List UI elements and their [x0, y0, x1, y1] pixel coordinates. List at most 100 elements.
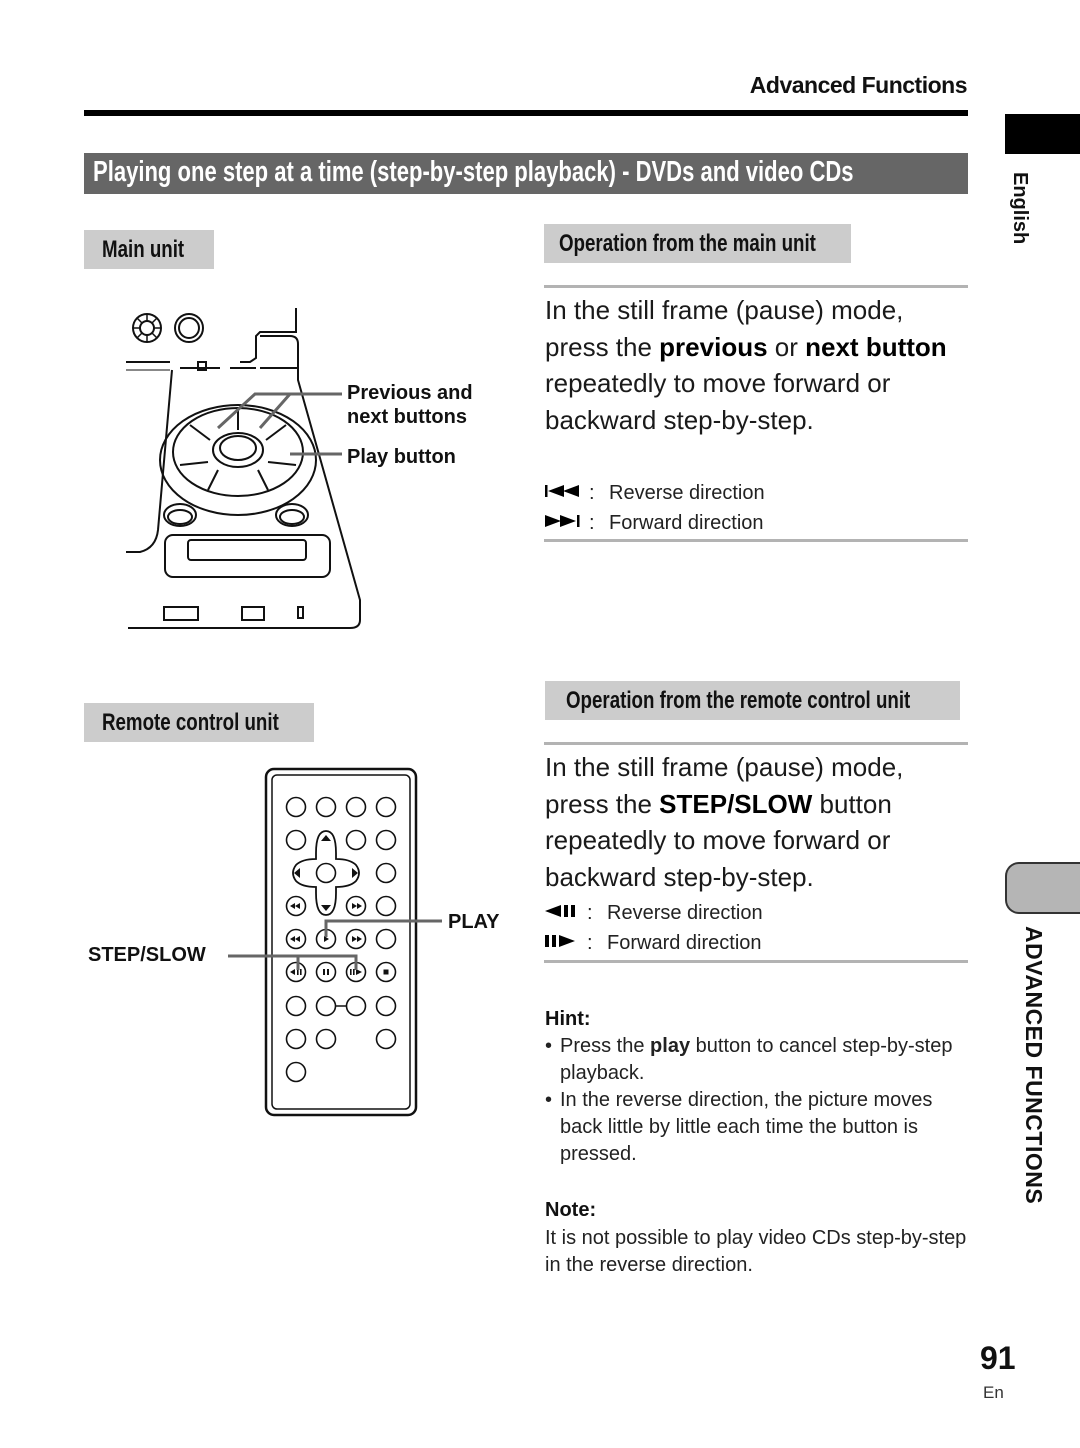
hint-text: Press the — [560, 1035, 651, 1057]
hint-title: Hint: — [545, 1008, 591, 1030]
page-language-code: En — [983, 1383, 1004, 1402]
instruction-text: repeatedly to move forward or backward s… — [545, 368, 891, 435]
play-callout: PLAY — [448, 911, 500, 933]
step-slow-callout: STEP/SLOW — [88, 944, 206, 966]
instruction-text: or — [767, 331, 806, 362]
divider — [544, 960, 968, 963]
remote-button — [285, 1028, 307, 1050]
instruction-bold-step-slow: STEP/SLOW — [659, 788, 813, 819]
remote-operation-instruction: In the still frame (pause) mode, press t… — [545, 749, 965, 895]
bullet-icon: • — [545, 1089, 553, 1111]
arrow-left-icon — [294, 868, 300, 878]
direction-row: : Forward direction — [545, 928, 763, 958]
note-text: It is not possible to play video CDs ste… — [545, 1227, 967, 1276]
remote-button — [345, 796, 367, 818]
note-section: Note: It is not possible to play video C… — [545, 1199, 970, 1279]
remote-operation-heading-box: Operation from the remote control unit — [545, 681, 960, 720]
play-button-callout: Play button — [347, 446, 456, 468]
direction-text: Reverse direction — [609, 481, 765, 504]
main-operation-heading: Operation from the main unit — [559, 230, 816, 257]
hint-text: In the reverse direction, the picture mo… — [560, 1089, 933, 1165]
separator: : — [589, 511, 595, 534]
main-unit-label-box: Main unit — [84, 230, 214, 269]
hint-item: • Press the play button to cancel step-b… — [545, 1033, 970, 1087]
remote-button — [375, 1028, 397, 1050]
prev-next-callout: Previous and next buttons — [347, 381, 473, 429]
main-operation-heading-box: Operation from the main unit — [544, 224, 851, 263]
instruction-bold-next: next — [805, 331, 859, 362]
remote-button — [375, 928, 397, 950]
page-title-bar: Playing one step at a time (step-by-step… — [84, 153, 968, 194]
remote-button — [315, 862, 337, 884]
stop-button-icon — [375, 961, 397, 983]
direction-row: : Forward direction — [545, 508, 765, 538]
remote-button — [345, 995, 367, 1017]
main-operation-instruction: In the still frame (pause) mode, press t… — [545, 292, 965, 438]
direction-text: Reverse direction — [607, 901, 763, 924]
step-reverse-icon — [545, 903, 587, 923]
step-reverse-button-icon — [285, 961, 307, 983]
remote-unit-label-box: Remote control unit — [84, 703, 314, 742]
remote-button — [345, 829, 367, 851]
previous-track-icon — [545, 483, 589, 503]
remote-button — [375, 862, 397, 884]
separator: : — [589, 481, 595, 504]
remote-button — [285, 1061, 307, 1083]
fast-forward-button-icon — [345, 895, 367, 917]
remote-button — [375, 995, 397, 1017]
volume-knob-icon — [132, 313, 162, 343]
rewind-button-icon — [285, 895, 307, 917]
hint-bold-play: play — [650, 1035, 691, 1057]
step-forward-icon — [545, 933, 587, 953]
remote-direction-list: : Reverse direction : Forward direction — [545, 898, 763, 958]
prev-next-callout-line2: next buttons — [347, 406, 467, 428]
hint-section: Hint: • Press the play button to cancel … — [545, 1008, 970, 1168]
section-header: Advanced Functions — [749, 72, 968, 98]
remote-operation-heading: Operation from the remote control unit — [566, 687, 911, 714]
instruction-text — [859, 332, 866, 362]
direction-row: : Reverse direction — [545, 478, 765, 508]
main-direction-list: : Reverse direction : Forward direction — [545, 478, 765, 538]
instruction-bold-button: button — [865, 331, 947, 362]
page-title: Playing one step at a time (step-by-step… — [93, 156, 854, 188]
instruction-bold-previous: previous — [659, 331, 768, 362]
next-track-icon — [545, 513, 589, 533]
main-unit-label: Main unit — [102, 236, 185, 263]
remote-button — [285, 796, 307, 818]
note-title: Note: — [545, 1199, 597, 1221]
power-knob-icon — [174, 313, 204, 343]
header-rule — [84, 110, 968, 116]
chapter-label: ADVANCED FUNCTIONS — [1021, 926, 1047, 1205]
remote-unit-label: Remote control unit — [102, 709, 279, 736]
separator: : — [587, 901, 593, 924]
remote-button — [285, 995, 307, 1017]
separator: : — [587, 931, 593, 954]
divider — [544, 742, 968, 745]
remote-button — [375, 829, 397, 851]
prev-next-callout-line1: Previous and — [347, 382, 473, 404]
bullet-icon: • — [545, 1035, 553, 1057]
hint-item: • In the reverse direction, the picture … — [545, 1087, 970, 1168]
main-unit-illustration — [126, 308, 361, 629]
language-tab — [1005, 114, 1080, 154]
rewind-button-icon — [285, 928, 307, 950]
remote-control-illustration — [228, 767, 442, 1117]
direction-row: : Reverse direction — [545, 898, 763, 928]
remote-button — [315, 1028, 337, 1050]
remote-button — [285, 829, 307, 851]
arrow-right-icon — [352, 868, 358, 878]
arrow-up-icon — [321, 835, 331, 841]
remote-button — [375, 796, 397, 818]
arrow-down-icon — [321, 905, 331, 911]
direction-text: Forward direction — [609, 511, 764, 534]
fast-forward-button-icon — [345, 928, 367, 950]
language-label: English — [1009, 172, 1031, 245]
remote-button — [315, 995, 337, 1017]
chapter-tab — [1005, 862, 1080, 914]
pause-button-icon — [315, 961, 337, 983]
page-number: 91 — [980, 1340, 1016, 1376]
remote-button — [315, 796, 337, 818]
remote-button — [375, 895, 397, 917]
control-dial — [159, 404, 317, 516]
direction-text: Forward direction — [607, 931, 762, 954]
